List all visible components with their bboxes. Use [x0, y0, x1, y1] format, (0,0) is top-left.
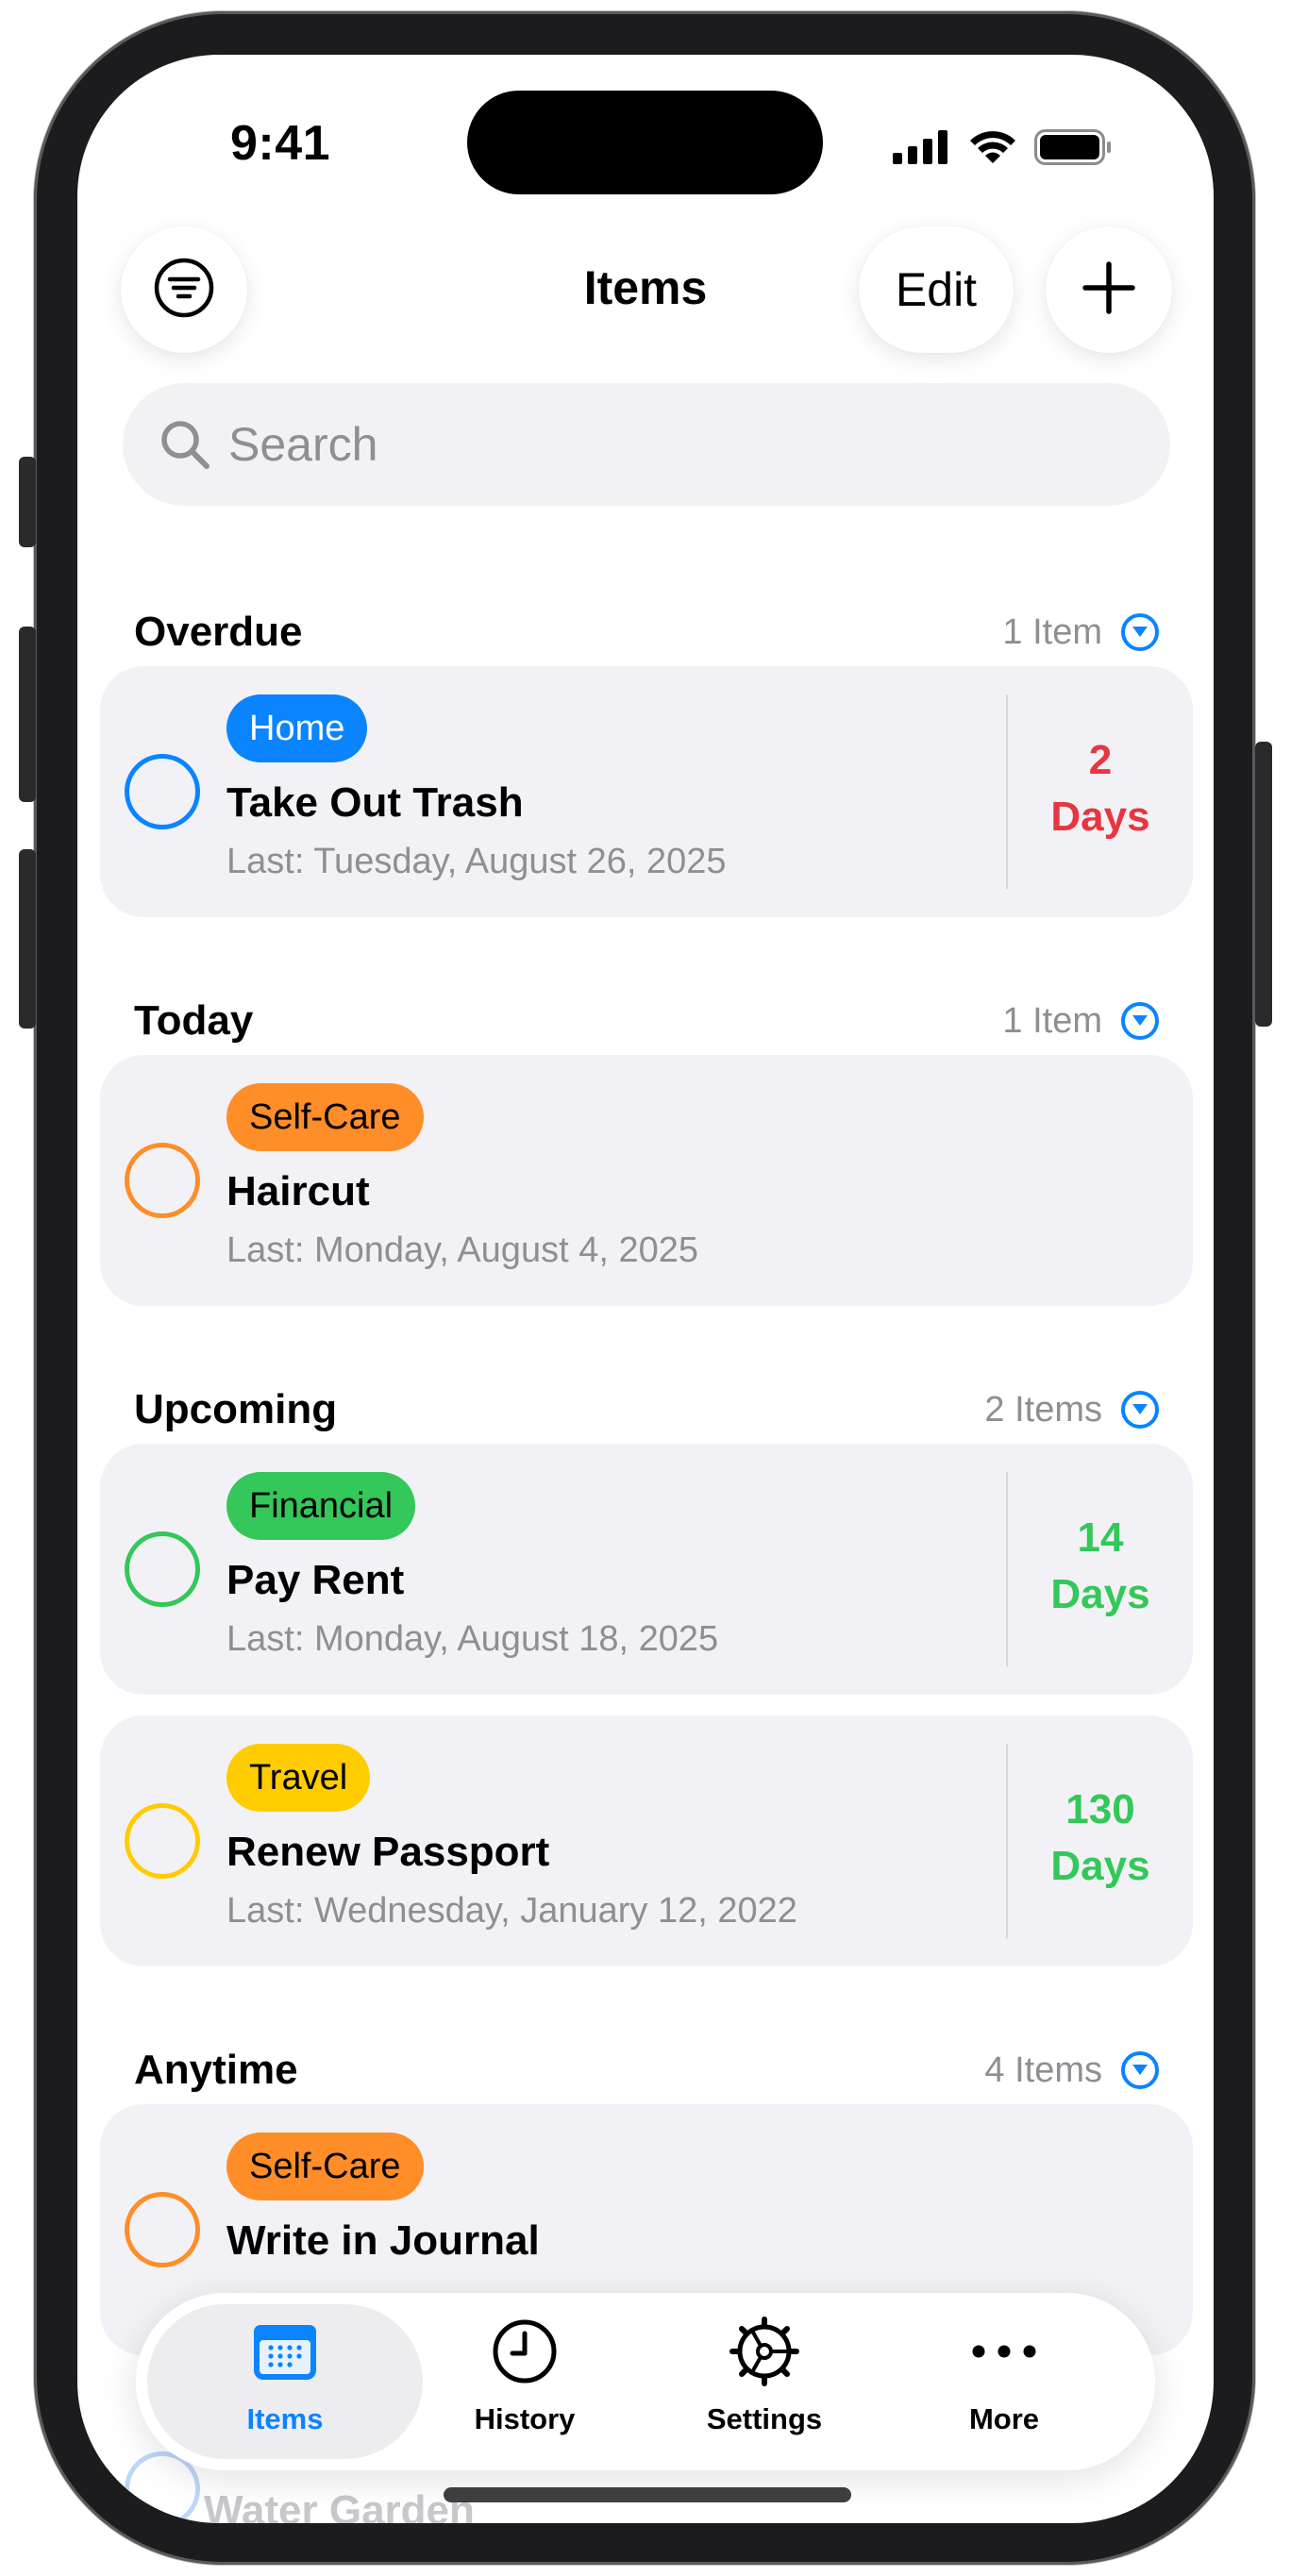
days-indicator: 130 Days [1008, 1781, 1193, 1895]
section-header-upcoming[interactable]: Upcoming 2 Items [134, 1381, 1159, 1438]
search-input[interactable]: Search [123, 383, 1170, 506]
item-title: Take Out Trash [226, 779, 524, 826]
tab-items[interactable]: Items [191, 2316, 379, 2436]
screen: 9:41 Items Edit Search Overdue 1 Item Ho… [77, 55, 1214, 2523]
battery-icon [1034, 128, 1112, 170]
cellular-signal-icon [893, 129, 951, 169]
add-item-button[interactable] [1046, 226, 1172, 353]
item-title: Write in Journal [226, 2217, 540, 2264]
item-last-date: Last: Tuesday, August 26, 2025 [226, 842, 727, 881]
edit-label: Edit [895, 263, 978, 316]
category-tag: Home [226, 694, 368, 762]
complete-toggle[interactable] [125, 1531, 200, 1607]
section-title: Upcoming [134, 1386, 338, 1432]
section-title: Overdue [134, 609, 303, 655]
days-unit: Days [1050, 1843, 1150, 1889]
ellipsis-icon [971, 2342, 1037, 2366]
complete-toggle[interactable] [125, 1143, 200, 1218]
days-unit: Days [1050, 1571, 1150, 1617]
tab-settings[interactable]: Settings [670, 2316, 859, 2436]
tab-label: More [968, 2402, 1040, 2435]
complete-toggle[interactable] [125, 754, 200, 829]
section-title: Today [134, 997, 254, 1044]
item-count: 1 Item [1002, 1000, 1102, 1041]
clock-icon [492, 2318, 558, 2389]
chevron-down-icon[interactable] [1121, 1391, 1159, 1429]
tab-label: Settings [706, 2402, 823, 2435]
volume-up-button [19, 627, 36, 802]
gear-icon [729, 2316, 799, 2391]
list-item[interactable]: Home Take Out Trash Last: Tuesday, Augus… [100, 666, 1193, 917]
page-title: Items [583, 261, 708, 314]
tab-label: Items [246, 2402, 324, 2435]
item-title: Pay Rent [226, 1557, 405, 1603]
volume-down-button [19, 849, 36, 1029]
item-count: 4 Items [984, 2049, 1102, 2090]
list-item[interactable]: Financial Pay Rent Last: Monday, August … [100, 1444, 1193, 1695]
edit-button[interactable]: Edit [859, 226, 1014, 353]
chevron-down-icon[interactable] [1121, 2051, 1159, 2089]
chevron-down-icon[interactable] [1121, 613, 1159, 651]
days-indicator: 14 Days [1008, 1510, 1193, 1623]
list-item[interactable]: Self-Care Haircut Last: Monday, August 4… [100, 1055, 1193, 1306]
list-item[interactable]: Travel Renew Passport Last: Wednesday, J… [100, 1715, 1193, 1966]
section-title: Anytime [134, 2047, 298, 2093]
days-number: 130 [1065, 1786, 1135, 1832]
category-tag: Self-Care [226, 1083, 424, 1151]
item-last-date: Last: Wednesday, January 12, 2022 [226, 1891, 797, 1931]
section-count: 1 Item [1002, 1001, 1159, 1042]
tab-label: History [474, 2402, 576, 2435]
section-header-overdue[interactable]: Overdue 1 Item [134, 604, 1159, 661]
tab-more[interactable]: More [910, 2316, 1098, 2436]
category-tag: Travel [226, 1744, 371, 1812]
item-title: Renew Passport [226, 1829, 550, 1875]
item-title: Water Garden [204, 2487, 475, 2523]
calendar-icon [252, 2321, 318, 2386]
item-title: Haircut [226, 1168, 370, 1214]
days-number: 14 [1077, 1514, 1124, 1561]
item-count: 1 Item [1002, 611, 1102, 652]
days-unit: Days [1050, 794, 1150, 840]
action-button [19, 457, 36, 547]
section-count: 4 Items [984, 2050, 1159, 2091]
section-count: 2 Items [984, 1390, 1159, 1430]
search-placeholder: Search [228, 418, 378, 471]
section-header-today[interactable]: Today 1 Item [134, 993, 1159, 1049]
item-last-date: Last: Monday, August 18, 2025 [226, 1619, 719, 1659]
status-time: 9:41 [230, 116, 331, 171]
complete-toggle[interactable] [125, 2192, 200, 2267]
days-number: 2 [1088, 737, 1113, 783]
item-count: 2 Items [984, 1389, 1102, 1430]
status-icons [893, 128, 1112, 170]
section-header-anytime[interactable]: Anytime 4 Items [134, 2042, 1159, 2099]
dynamic-island [467, 91, 823, 194]
section-count: 1 Item [1002, 612, 1159, 653]
days-indicator: 2 Days [1008, 732, 1193, 845]
tab-bar: Items History Settings More [136, 2293, 1155, 2470]
search-icon [159, 418, 211, 471]
complete-toggle[interactable] [125, 1803, 200, 1879]
category-tag: Self-Care [226, 2133, 424, 2200]
item-last-date: Last: Monday, August 4, 2025 [226, 1230, 698, 1270]
power-button [1255, 742, 1272, 1027]
category-tag: Financial [226, 1472, 416, 1540]
home-indicator[interactable] [444, 2487, 851, 2502]
wifi-icon [968, 129, 1017, 170]
plus-icon [1081, 259, 1137, 321]
chevron-down-icon[interactable] [1121, 1002, 1159, 1040]
tab-history[interactable]: History [430, 2316, 619, 2436]
